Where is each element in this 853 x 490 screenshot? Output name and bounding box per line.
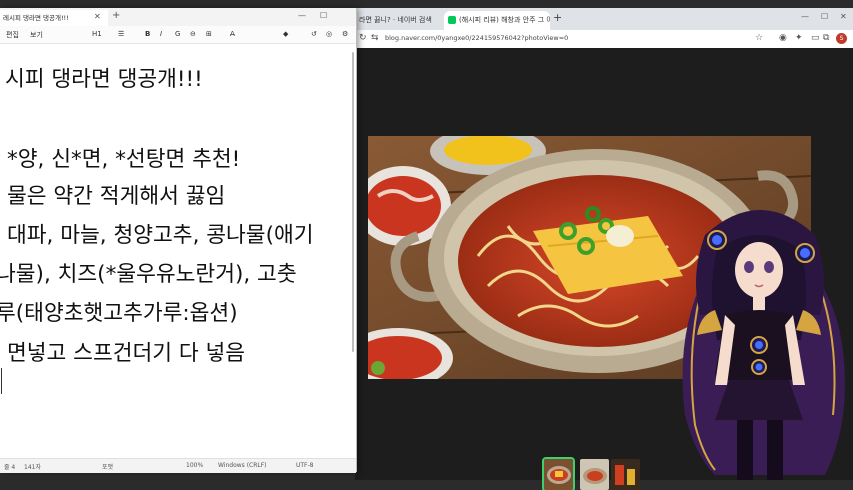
text-line: 시피 댕라면 댕공개!!!	[5, 67, 203, 92]
menu-edit[interactable]: 편집	[6, 30, 19, 40]
notepad-text-area[interactable]: 시피 댕라면 댕공개!!! *양, 신*면, *선탕면 추천! 물은 약간 적게…	[0, 54, 346, 454]
vertical-scrollbar[interactable]	[352, 52, 354, 352]
star-icon[interactable]: ☆	[755, 33, 763, 43]
text-line: 대파, 마늘, 청양고추, 콩나물(애기	[7, 223, 314, 248]
notepad-tab[interactable]: 레시피 댕라면 댕공개!!!	[0, 10, 108, 26]
copilot-icon[interactable]: ◆	[283, 30, 288, 38]
bold-button[interactable]: B	[145, 30, 150, 38]
notepad-window: 레시피 댕라면 댕공개!!! ✕ + — ☐ 편집 보기 H1 ☰ B I G …	[0, 8, 357, 473]
text-line: 나물), 치즈(*울우유노란거), 고춧	[0, 262, 297, 287]
zoom-level: 100%	[186, 462, 204, 469]
puzzle-icon[interactable]: ✦	[795, 33, 803, 43]
profile-avatar[interactable]: S	[836, 33, 847, 44]
strikethrough-button[interactable]: ⊖	[190, 30, 196, 38]
cursor-position: 줄 4	[4, 464, 16, 471]
new-tab-button[interactable]: +	[553, 11, 562, 24]
minimize-button[interactable]: —	[801, 12, 809, 21]
heading-dropdown[interactable]: H1	[92, 30, 102, 38]
encoding: UTF-8	[296, 462, 314, 469]
settings-gear-icon[interactable]: ⚙	[342, 30, 348, 38]
notepad-menu-bar: 편집 보기 H1 ☰ B I G ⊖ ⊞ A̶ ◆ ↺ ◎ ⚙	[0, 26, 356, 44]
maximize-button[interactable]: ☐	[821, 12, 828, 21]
clear-format-icon[interactable]: A̶	[230, 30, 235, 38]
table-icon[interactable]: ⊞	[206, 30, 212, 38]
thumbnail-2[interactable]	[580, 459, 609, 490]
text-line: 면넣고 스프건더기 다 넣음	[7, 341, 246, 366]
char-count: 141자	[24, 464, 41, 471]
site-info-icon[interactable]: ⇆	[371, 33, 379, 43]
close-button[interactable]: ✕	[840, 12, 847, 21]
tab-label: (해시피 리뷰) 해창과 안주 그 어	[459, 16, 550, 24]
tab-naver-search[interactable]: 라면 끓니? · 네이버 검색	[355, 11, 445, 30]
browser-tab-bar: 라면 끓니? · 네이버 검색 (해시피 리뷰) 해창과 안주 그 어 + — …	[355, 8, 853, 30]
account-icon[interactable]: ◎	[326, 30, 332, 38]
menu-view[interactable]: 보기	[30, 30, 43, 40]
text-line: 루(태양초햇고추가루:옵션)	[0, 301, 238, 326]
extension-icon[interactable]: ◉	[779, 33, 787, 43]
text-line: 물은 약간 적게해서 끓임	[7, 184, 226, 209]
split-icon[interactable]: ⧉	[823, 33, 829, 43]
notepad-status-bar: 줄 4 141자 포맷 100% Windows (CRLF) UTF-8	[0, 458, 356, 473]
text-caret	[1, 368, 2, 394]
new-tab-button[interactable]: +	[112, 10, 120, 21]
notepad-tab-title: 레시피 댕라면 댕공개!!!	[3, 14, 69, 22]
notepad-title-bar: 레시피 댕라면 댕공개!!! ✕ + — ☐	[0, 8, 356, 26]
format-toggle[interactable]: 포맷	[102, 462, 113, 471]
vtuber-avatar	[665, 205, 853, 480]
list-icon[interactable]: ☰	[118, 30, 124, 38]
italic-button[interactable]: I	[160, 30, 162, 38]
line-ending: Windows (CRLF)	[218, 462, 267, 469]
reload-icon[interactable]: ↻	[359, 33, 367, 43]
thumbnail-3[interactable]	[611, 459, 640, 490]
naver-blog-icon	[448, 16, 456, 24]
close-tab-icon[interactable]: ✕	[94, 12, 101, 21]
url-field[interactable]: blog.naver.com/0yangxe0/224159576042?pho…	[385, 33, 568, 44]
thumbnail-1[interactable]	[542, 457, 575, 490]
history-icon[interactable]: ↺	[311, 30, 317, 38]
maximize-button[interactable]: ☐	[320, 11, 327, 20]
minimize-button[interactable]: —	[298, 11, 306, 20]
link-button[interactable]: G	[175, 30, 180, 38]
tab-recipe-blog[interactable]: (해시피 리뷰) 해창과 안주 그 어	[444, 11, 550, 30]
tabs-icon[interactable]: ▭	[811, 33, 820, 43]
address-bar: ↻ ⇆ blog.naver.com/0yangxe0/224159576042…	[355, 30, 853, 49]
text-line: *양, 신*면, *선탕면 추천!	[7, 147, 241, 172]
tab-label: 라면 끓니? · 네이버 검색	[359, 16, 432, 24]
